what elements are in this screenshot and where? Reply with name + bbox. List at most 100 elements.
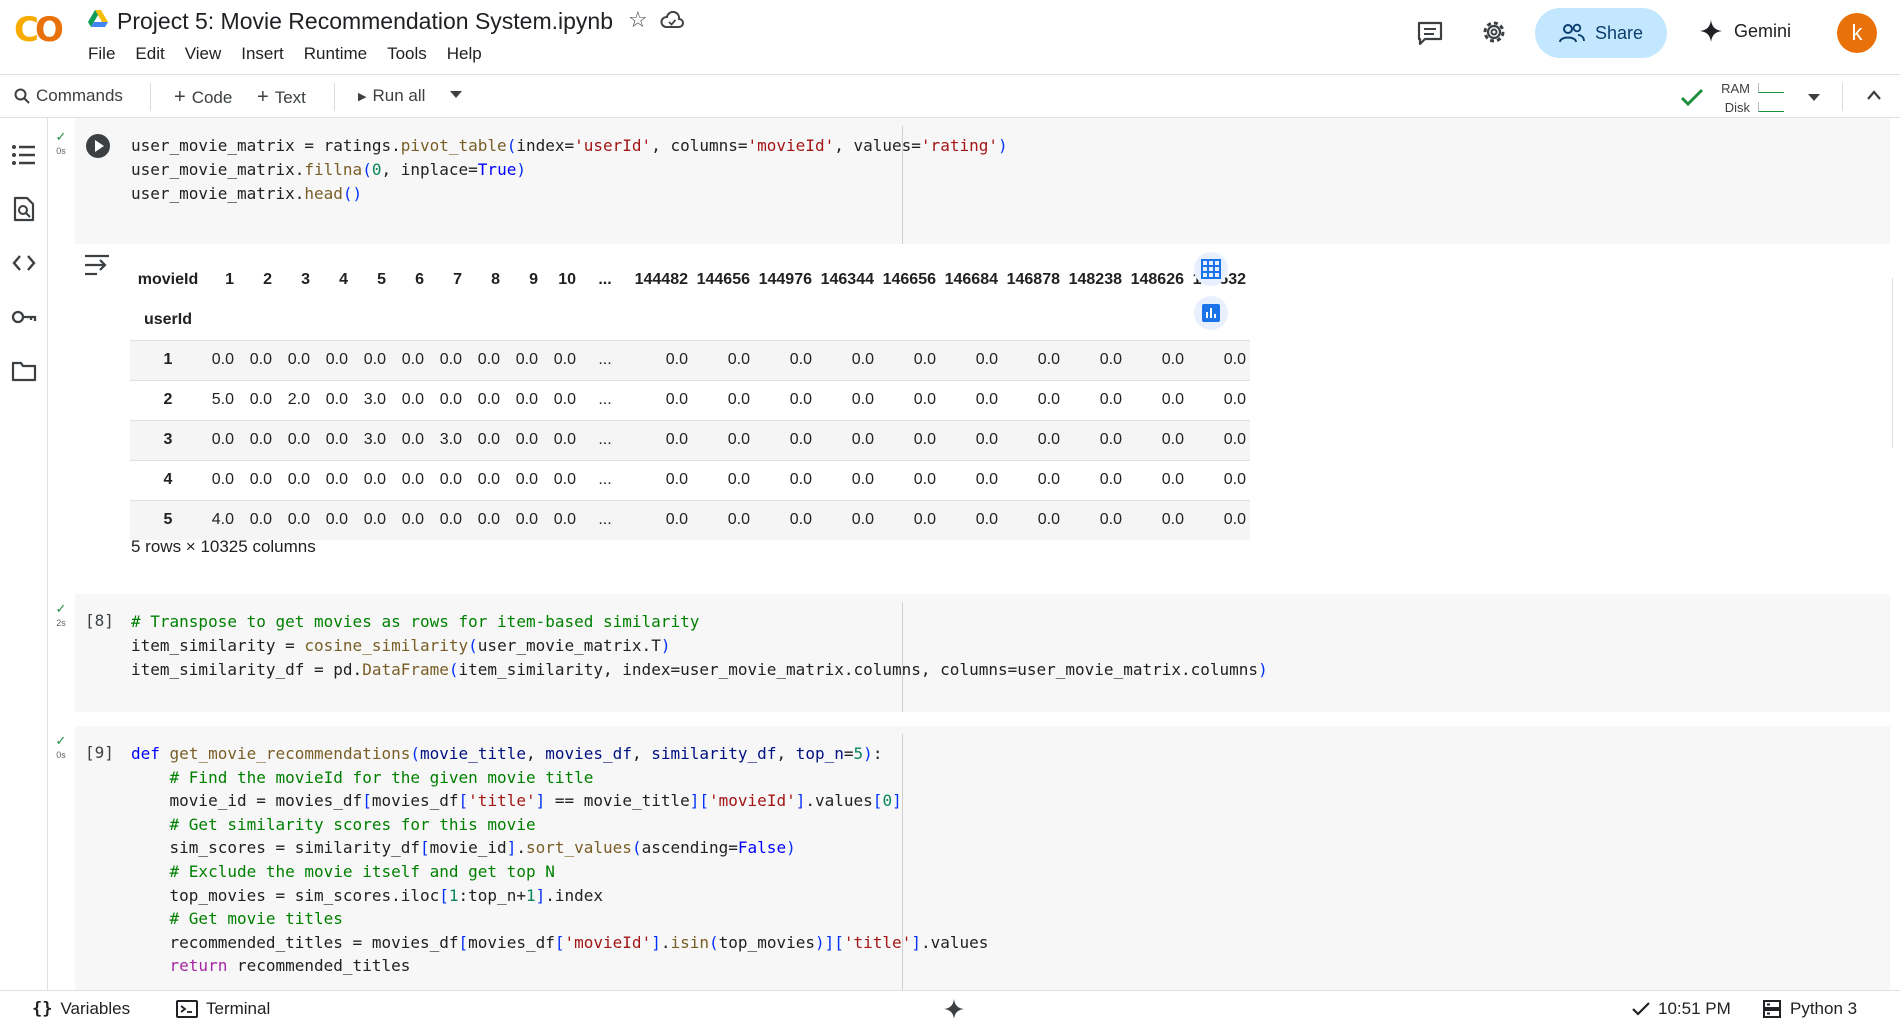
variables-label: Variables xyxy=(60,999,131,1018)
table-cell: 0.0 xyxy=(477,471,500,488)
table-cell: 0.0 xyxy=(754,340,816,380)
plus-icon: + xyxy=(174,86,186,108)
runtime-type[interactable]: Python 3 xyxy=(1762,999,1857,1019)
table-cell: 0.0 xyxy=(542,340,580,380)
table-cell: 0.0 xyxy=(276,500,314,540)
table-cell: 0.0 xyxy=(665,391,688,408)
menu-insert[interactable]: Insert xyxy=(241,44,284,64)
code-editor[interactable]: user_movie_matrix = ratings.pivot_table(… xyxy=(131,134,1008,206)
gear-icon[interactable] xyxy=(1480,18,1508,46)
table-cell: 0.0 xyxy=(477,391,500,408)
suggest-charts-button[interactable] xyxy=(1194,296,1228,330)
scrollbar-track[interactable] xyxy=(1890,118,1900,990)
code-line: def get_movie_recommendations(movie_titl… xyxy=(131,744,883,763)
table-cell: 0.0 xyxy=(692,420,754,460)
menu-view[interactable]: View xyxy=(185,44,222,64)
table-cell: 0.0 xyxy=(789,391,812,408)
star-icon[interactable]: ☆ xyxy=(628,8,648,33)
variables-button[interactable]: {} Variables xyxy=(32,999,130,1019)
terminal-button[interactable]: Terminal xyxy=(176,999,270,1019)
comment-icon[interactable] xyxy=(1416,20,1444,46)
code-line: # Get movie titles xyxy=(131,909,343,929)
code-editor[interactable]: # Transpose to get movies as rows for it… xyxy=(131,610,1268,682)
table-cell: 0.0 xyxy=(504,340,542,380)
table-cell: 0.0 xyxy=(238,500,276,540)
curly-braces-icon: {} xyxy=(32,999,53,1019)
resources-dropdown-icon[interactable] xyxy=(1807,92,1821,102)
table-cell: 0.0 xyxy=(1126,420,1188,460)
share-button[interactable]: Share xyxy=(1535,8,1667,58)
add-text-button[interactable]: + Text xyxy=(257,86,306,109)
table-cell: 0.0 xyxy=(1002,340,1064,380)
notebook-area: ✓ 0s user_movie_matrix = ratings.pivot_t… xyxy=(49,118,1890,990)
code-editor[interactable]: def get_movie_recommendations(movie_titl… xyxy=(131,742,988,978)
table-cell: 0.0 xyxy=(466,340,504,380)
table-cell: 0.0 xyxy=(1188,420,1250,460)
menu-help[interactable]: Help xyxy=(447,44,482,64)
code-snippets-icon[interactable] xyxy=(11,250,37,276)
interactive-table-button[interactable] xyxy=(1194,252,1228,286)
people-icon xyxy=(1558,23,1585,43)
run-cell-button[interactable] xyxy=(86,134,110,158)
column-header: 144656 xyxy=(696,271,750,288)
secrets-key-icon[interactable] xyxy=(11,304,37,330)
column-header: 144976 xyxy=(758,271,812,288)
table-cell: 0.0 xyxy=(325,471,348,488)
ram-disk-labels[interactable]: RAM Disk xyxy=(1720,79,1750,117)
add-code-button[interactable]: + Code xyxy=(174,86,232,109)
table-cell: 0.0 xyxy=(851,471,874,488)
table-cell: 0.0 xyxy=(665,471,688,488)
table-cell: 0.0 xyxy=(1064,340,1126,380)
table-cell: 0.0 xyxy=(692,340,754,380)
files-folder-icon[interactable] xyxy=(11,358,37,384)
table-cell: 3.0 xyxy=(428,420,466,460)
table-cell: 0.0 xyxy=(975,391,998,408)
check-icon xyxy=(1632,1002,1650,1016)
run-all-dropdown[interactable] xyxy=(449,89,463,99)
menu-edit[interactable]: Edit xyxy=(135,44,164,64)
table-cell: 0.0 xyxy=(816,340,878,380)
gemini-button[interactable]: Gemini xyxy=(1700,20,1791,42)
gemini-sparkle-icon[interactable] xyxy=(944,999,964,1019)
table-cell: 0.0 xyxy=(466,420,504,460)
avatar[interactable]: k xyxy=(1837,13,1877,53)
output-toggle-icon[interactable] xyxy=(83,252,111,278)
commands-button[interactable]: Commands xyxy=(14,86,123,106)
table-cell: 0.0 xyxy=(249,471,272,488)
last-run-time[interactable]: 10:51 PM xyxy=(1632,999,1731,1019)
table-cell: 0.0 xyxy=(630,340,692,380)
index-name-row: userId xyxy=(130,300,1250,340)
table-cell: 0.0 xyxy=(238,340,276,380)
colab-logo[interactable]: CO xyxy=(14,10,70,50)
menu-file[interactable]: File xyxy=(88,44,115,64)
column-header: 9 xyxy=(529,271,538,288)
table-cell: 0.0 xyxy=(287,471,310,488)
cloud-saved-icon[interactable] xyxy=(660,11,684,29)
table-cell: 0.0 xyxy=(1126,340,1188,380)
connected-check-icon[interactable] xyxy=(1680,87,1704,107)
table-cell: 3.0 xyxy=(363,391,386,408)
menu-runtime[interactable]: Runtime xyxy=(304,44,367,64)
disk-label: Disk xyxy=(1724,100,1750,115)
table-cell: 0.0 xyxy=(1126,500,1188,540)
ram-usage-bar xyxy=(1758,83,1784,93)
table-cell: 0.0 xyxy=(363,471,386,488)
table-cell: ... xyxy=(580,500,630,540)
table-cell: 0.0 xyxy=(515,391,538,408)
table-cell: 4.0 xyxy=(206,500,238,540)
code-line: # Exclude the movie itself and get top N xyxy=(131,861,555,881)
commands-label: Commands xyxy=(36,86,123,105)
toolbar-divider xyxy=(1842,83,1843,111)
chevron-up-icon[interactable] xyxy=(1866,89,1882,101)
table-of-contents-icon[interactable] xyxy=(11,142,37,168)
menu-tools[interactable]: Tools xyxy=(387,44,427,64)
table-cell: 0.0 xyxy=(352,500,390,540)
notebook-title[interactable]: Project 5: Movie Recommendation System.i… xyxy=(117,8,613,35)
share-label: Share xyxy=(1594,22,1644,43)
table-cell: 0.0 xyxy=(1188,500,1250,540)
run-all-button[interactable]: ▶ Run all xyxy=(358,86,425,106)
find-replace-icon[interactable] xyxy=(11,196,37,222)
plus-icon: + xyxy=(257,86,269,108)
scrollbar-thumb[interactable] xyxy=(1892,278,1898,448)
table-cell: 0.0 xyxy=(913,471,936,488)
